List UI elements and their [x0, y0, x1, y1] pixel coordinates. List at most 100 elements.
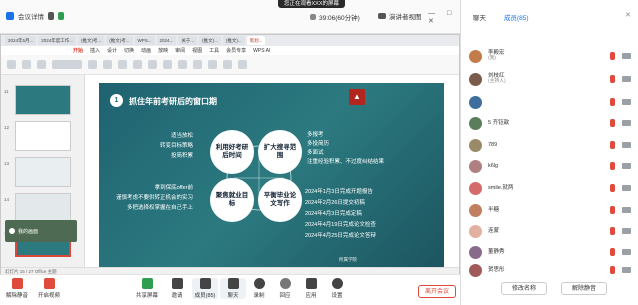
doc-tab[interactable]: WPS... [134, 36, 155, 45]
format-painter-icon[interactable] [37, 60, 46, 69]
start-video-button[interactable]: 开启视频 [36, 278, 62, 299]
mic-off-icon[interactable] [610, 52, 615, 60]
mic-off-icon[interactable] [610, 266, 615, 274]
member-row[interactable]: k6lg [461, 156, 638, 176]
italic-icon[interactable] [103, 60, 112, 69]
member-row[interactable]: 李殿宏 (我) [461, 46, 638, 66]
meeting-info[interactable]: 会议详情 [6, 11, 64, 21]
mic-off-icon[interactable] [610, 184, 615, 192]
font-select[interactable] [52, 60, 82, 69]
member-row[interactable]: 5 齐钰歆 [461, 113, 638, 133]
find-icon[interactable] [238, 60, 247, 69]
record-button[interactable]: 录制 [246, 278, 272, 299]
video-off-icon[interactable] [622, 99, 631, 105]
right-bottom-text: 2024年1月3日完成开题报告 2024年2月26日提交初稿 2024年4月3日… [305, 187, 376, 242]
video-off-icon[interactable] [622, 207, 631, 213]
doc-tab[interactable]: 2024... [156, 36, 177, 45]
member-row[interactable]: 贺思彤 [461, 260, 638, 280]
unmute-button[interactable]: 解除静音 [4, 278, 30, 299]
video-off-icon[interactable] [622, 267, 631, 273]
member-row[interactable]: 董静秀 [461, 242, 638, 262]
members-button[interactable]: 成员(85) [192, 278, 218, 299]
slide-thumbnail[interactable] [15, 157, 71, 187]
video-off-icon[interactable] [622, 185, 631, 191]
menu-member[interactable]: 会员专享 [226, 47, 246, 54]
slide-thumbnail[interactable] [15, 121, 71, 151]
doc-tab[interactable]: 2024年5月... [5, 36, 37, 45]
member-row[interactable]: smile.就两 [461, 178, 638, 198]
leave-meeting-button[interactable]: 离开会议 [418, 285, 456, 298]
member-row[interactable]: 连蒙 [461, 221, 638, 241]
menu-insert[interactable]: 插入 [90, 47, 100, 54]
video-off-icon[interactable] [622, 142, 631, 148]
invite-icon [171, 278, 183, 289]
video-off-icon[interactable] [622, 120, 631, 126]
font-color-icon[interactable] [133, 60, 142, 69]
mic-off-icon[interactable] [610, 248, 615, 256]
video-off-icon[interactable] [622, 228, 631, 234]
member-row[interactable] [461, 92, 638, 112]
doc-tab[interactable]: 2024年度工作... [38, 36, 77, 45]
menu-view[interactable]: 视图 [192, 47, 202, 54]
doc-tab[interactable]: 关于... [178, 36, 198, 45]
align-center-icon[interactable] [163, 60, 172, 69]
menu-slideshow[interactable]: 放映 [158, 47, 168, 54]
mic-off-icon[interactable] [610, 98, 615, 106]
self-camera-tile[interactable]: 我的画面 [5, 220, 77, 242]
invite-button[interactable]: 邀请 [164, 278, 190, 299]
thumb-number: 13 [4, 161, 10, 166]
paste-icon[interactable] [7, 60, 16, 69]
slide-thumbnail[interactable] [15, 193, 71, 223]
video-off-icon[interactable] [622, 76, 631, 82]
menu-tools[interactable]: 工具 [209, 47, 219, 54]
menu-design[interactable]: 设计 [107, 47, 117, 54]
mic-off-icon[interactable] [610, 119, 615, 127]
doc-tab[interactable]: (推文)考... [78, 36, 105, 45]
rename-button[interactable]: 修改名称 [501, 282, 548, 295]
close-icon[interactable]: ✕ [625, 11, 631, 19]
textbox-icon[interactable] [193, 60, 202, 69]
menu-animation[interactable]: 动画 [141, 47, 151, 54]
shape-icon[interactable] [208, 60, 217, 69]
tab-members[interactable]: 成员(85) [504, 12, 529, 22]
menu-wps-ai[interactable]: WPS AI [253, 48, 270, 54]
video-off-icon[interactable] [622, 53, 631, 59]
align-left-icon[interactable] [148, 60, 157, 69]
apps-button[interactable]: 应用 [298, 278, 324, 299]
member-row[interactable]: 789 [461, 135, 638, 155]
mic-off-icon[interactable] [610, 75, 615, 83]
doc-tab[interactable]: (推文)... [199, 36, 221, 45]
mic-off-icon[interactable] [610, 206, 615, 214]
slide-thumbnail[interactable] [15, 85, 71, 115]
member-row[interactable]: 刘枝红 (主持人) [461, 69, 638, 89]
video-off-icon[interactable] [622, 249, 631, 255]
share-screen-button[interactable]: 共享屏幕 [134, 278, 160, 299]
mic-off-icon[interactable] [610, 162, 615, 170]
window-controls[interactable]: — □ ✕ [428, 10, 460, 25]
doc-tab[interactable]: (推文)考... [106, 36, 133, 45]
mic-off-icon[interactable] [610, 141, 615, 149]
menu-review[interactable]: 审阅 [175, 47, 185, 54]
menu-home[interactable]: 开始 [73, 47, 83, 54]
text-line: 适当放松 [170, 133, 193, 139]
reactions-button[interactable]: 回应 [272, 278, 298, 299]
list-icon[interactable] [178, 60, 187, 69]
chat-button[interactable]: 聊天 [220, 278, 246, 299]
member-row[interactable]: 半糖 [461, 200, 638, 220]
arrange-icon[interactable] [223, 60, 232, 69]
doc-tab-active[interactable]: 策划... [246, 36, 266, 45]
unmute-self-button[interactable]: 解除静音 [561, 282, 608, 295]
video-off-icon[interactable] [622, 163, 631, 169]
doc-tab[interactable]: (推文)... [222, 36, 245, 45]
cut-icon[interactable] [22, 60, 31, 69]
member-name: 5 齐钰歆 [488, 119, 510, 126]
view-button[interactable]: 演讲者视图 [378, 11, 422, 21]
settings-button[interactable]: 设置 [324, 278, 350, 299]
underline-icon[interactable] [118, 60, 127, 69]
slide-title: 抓住年前考研后的窗口期 [129, 97, 217, 106]
thumb-number: 12 [4, 125, 10, 130]
mic-off-icon[interactable] [610, 227, 615, 235]
tab-chat[interactable]: 聊天 [473, 12, 486, 22]
bold-icon[interactable] [88, 60, 97, 69]
menu-transition[interactable]: 切换 [124, 47, 134, 54]
